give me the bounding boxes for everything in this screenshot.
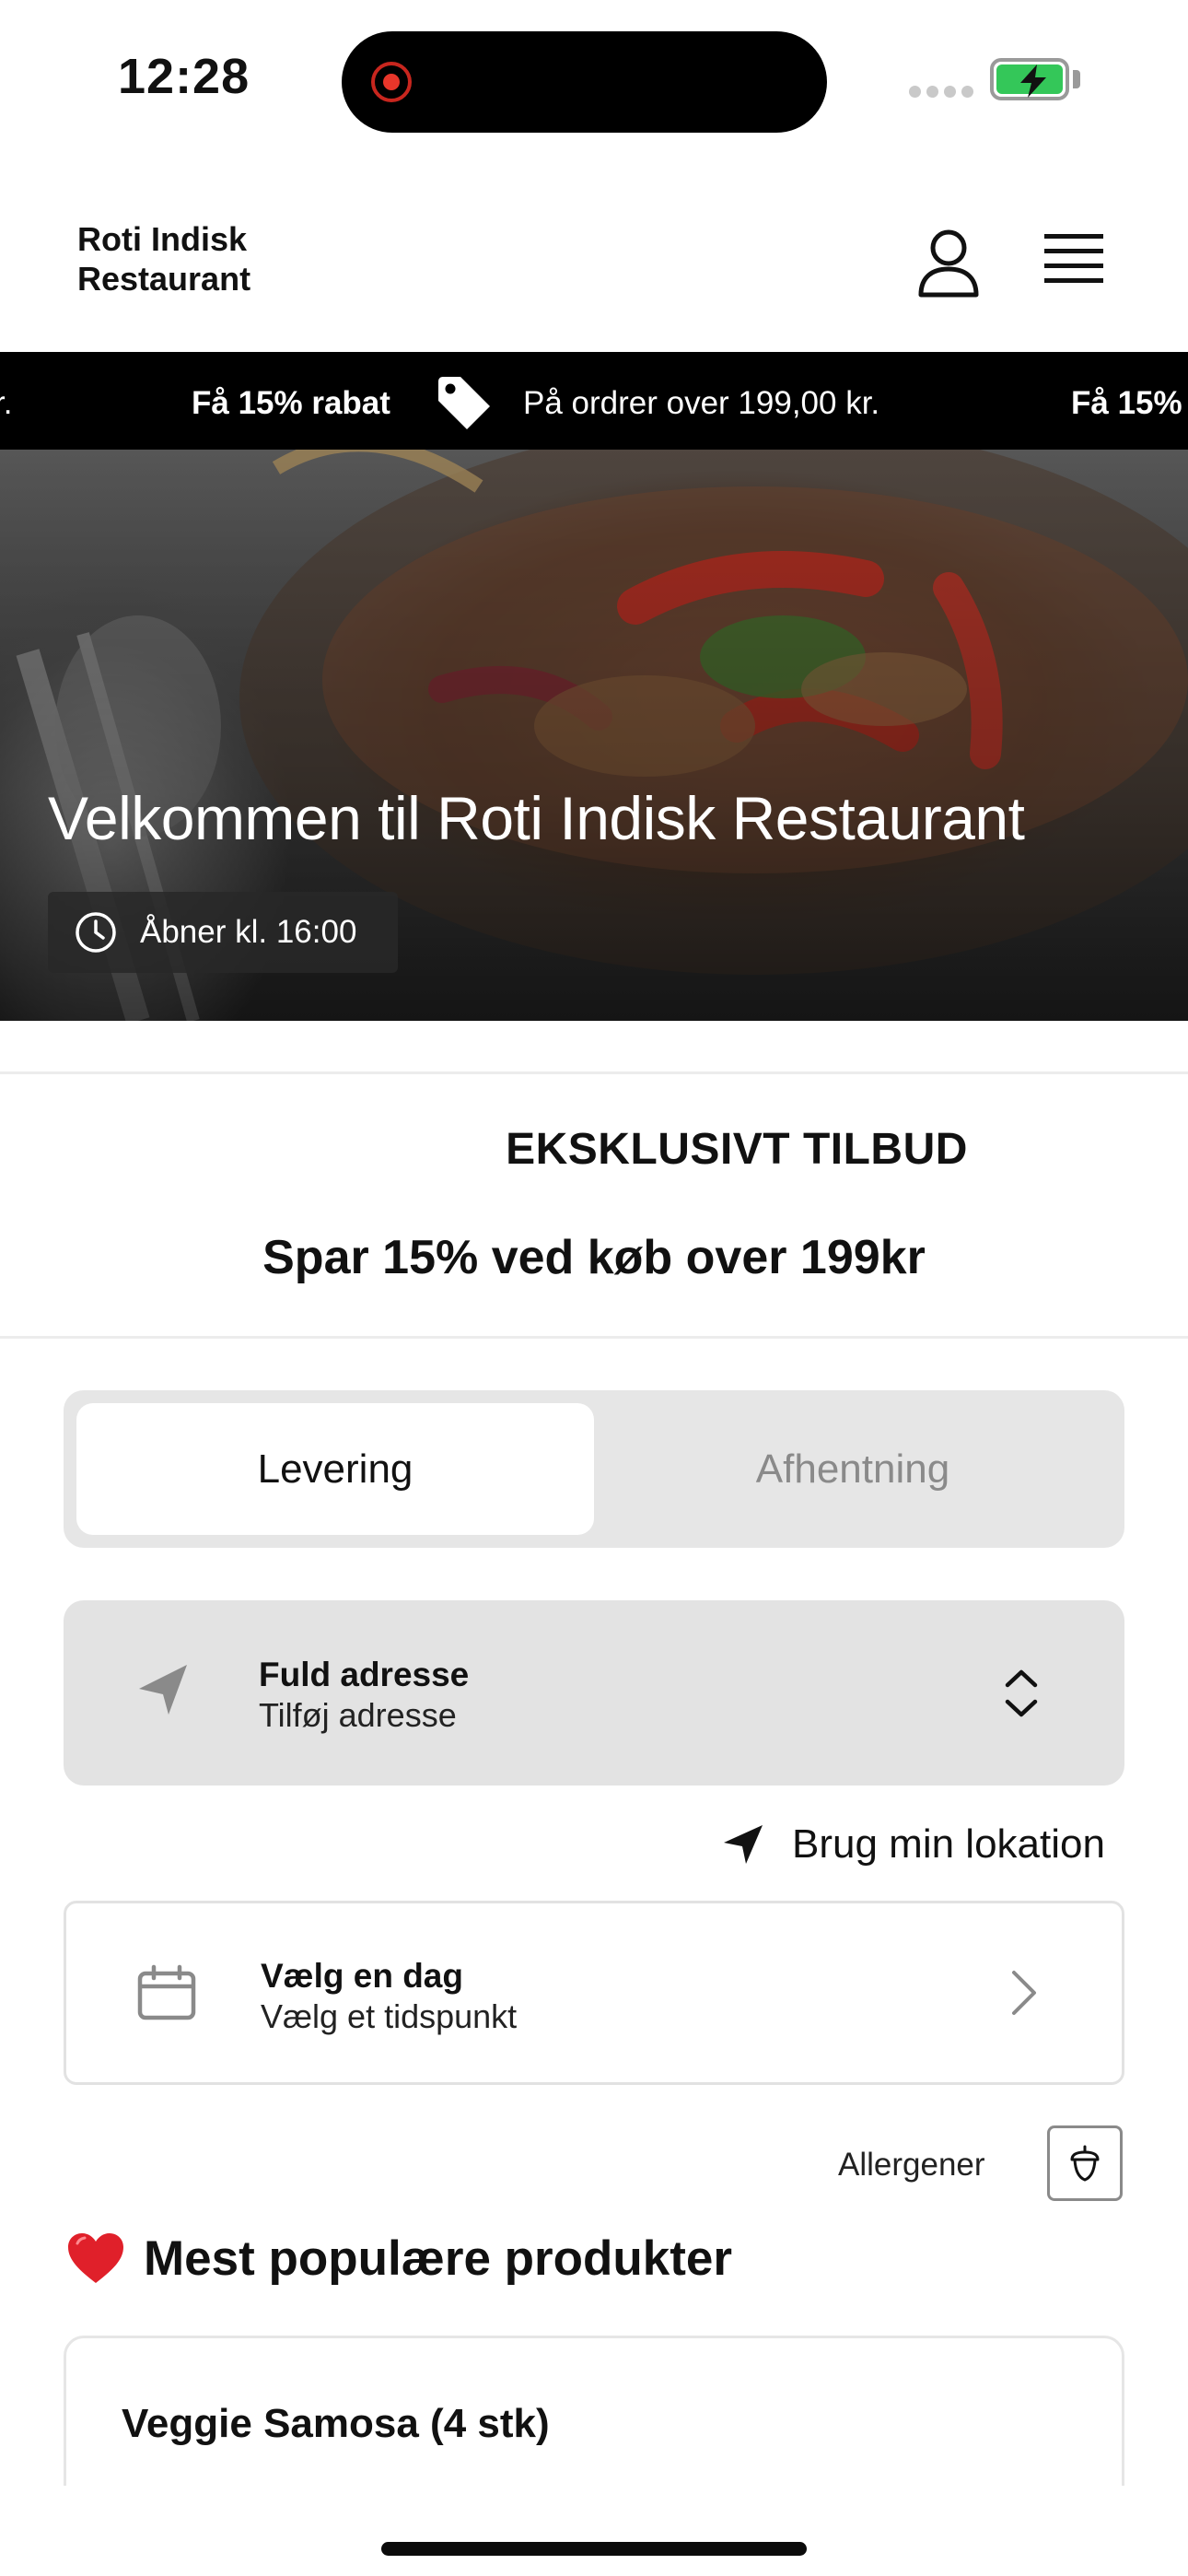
product-name: Veggie Samosa (4 stk) xyxy=(122,2401,550,2446)
brand-line-1: Roti Indisk xyxy=(77,220,248,258)
divider xyxy=(0,1071,1188,1074)
bottom-safe-area xyxy=(0,2486,1188,2576)
location-arrow-icon xyxy=(724,1825,763,1864)
address-selector[interactable]: Fuld adresse Tilføj adresse xyxy=(64,1600,1124,1786)
app-header: Roti Indisk Restaurant xyxy=(0,203,1188,350)
popular-products-header: Mest populære produkter xyxy=(66,2226,732,2290)
home-indicator[interactable] xyxy=(381,2542,807,2556)
ticker-partial-right: Få 15% xyxy=(1071,385,1182,421)
promo-subtitle: Spar 15% ved køb over 199kr xyxy=(262,1231,926,1284)
status-time: 12:28 xyxy=(118,49,250,104)
hero-title: Velkommen til Roti Indisk Restaurant xyxy=(48,784,1025,852)
profile-button[interactable] xyxy=(916,228,981,299)
brand-logo[interactable]: Roti Indisk Restaurant xyxy=(77,219,317,299)
acorn-icon xyxy=(1070,2145,1100,2182)
price-tag-icon xyxy=(438,377,490,429)
heart-icon xyxy=(68,2233,123,2283)
signal-icon xyxy=(909,86,973,98)
pickup-option[interactable]: Afhentning xyxy=(594,1403,1112,1535)
schedule-label: Vælg en dag xyxy=(261,1957,463,1995)
navigation-arrow-icon xyxy=(139,1665,187,1715)
opening-hours-text: Åbner kl. 16:00 xyxy=(140,914,357,950)
ticker-headline: Få 15% rabat xyxy=(192,385,390,421)
divider xyxy=(0,1336,1188,1339)
address-value: Tilføj adresse xyxy=(259,1696,457,1734)
order-type-toggle: Levering Afhentning xyxy=(64,1390,1124,1548)
person-icon xyxy=(918,229,979,298)
ticker-detail: På ordrer over 199,00 kr. xyxy=(523,385,880,421)
opening-hours-badge: Åbner kl. 16:00 xyxy=(48,892,398,973)
dynamic-island xyxy=(342,31,827,133)
use-location-button[interactable]: Brug min lokation xyxy=(722,1815,1127,1874)
battery-icon xyxy=(990,58,1069,100)
delivery-option[interactable]: Levering xyxy=(76,1403,594,1535)
battery-cap xyxy=(1073,70,1080,88)
schedule-selector[interactable]: Vælg en dag Vælg et tidspunkt xyxy=(64,1901,1124,2085)
recording-indicator-icon xyxy=(371,62,412,102)
clock-icon xyxy=(76,912,116,953)
ticker-partial-left: r. xyxy=(0,385,13,421)
allergens-label: Allergener xyxy=(838,2147,985,2183)
schedule-value: Vælg et tidspunkt xyxy=(261,1997,518,2035)
calendar-icon xyxy=(137,1964,196,2020)
promo-ticker: r. Få 15% rabat På ordrer over 199,00 kr… xyxy=(0,352,1188,450)
promo-title: EKSKLUSIVT TILBUD xyxy=(506,1125,968,1174)
hero-banner: Velkommen til Roti Indisk Restaurant Åbn… xyxy=(0,450,1188,1021)
use-location-label: Brug min lokation xyxy=(792,1821,1105,1867)
status-bar: 12:28 xyxy=(0,0,1188,161)
brand-line-2: Restaurant xyxy=(77,260,251,298)
chevron-up-down-icon xyxy=(1005,1669,1038,1717)
chevron-right-icon xyxy=(1012,1971,1036,2015)
menu-button[interactable] xyxy=(1041,230,1107,287)
address-label: Fuld adresse xyxy=(259,1656,470,1693)
allergens-filter-button[interactable] xyxy=(1047,2125,1123,2201)
popular-products-title: Mest populære produkter xyxy=(144,2231,733,2286)
hamburger-menu-icon xyxy=(1044,234,1103,283)
